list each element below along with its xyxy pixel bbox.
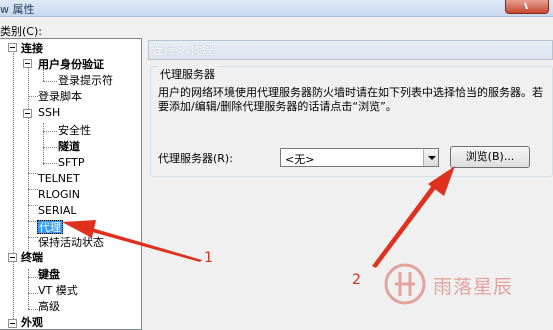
arrow-2 (372, 166, 455, 268)
arrow-1 (62, 220, 202, 262)
watermark-text: 雨落星辰 (433, 276, 514, 298)
watermark-emblem-icon (384, 263, 426, 305)
annotation-number-2: 2 (352, 272, 361, 288)
watermark-logo: 雨落星辰 (383, 262, 543, 306)
annotation-number-1: 1 (204, 250, 213, 266)
